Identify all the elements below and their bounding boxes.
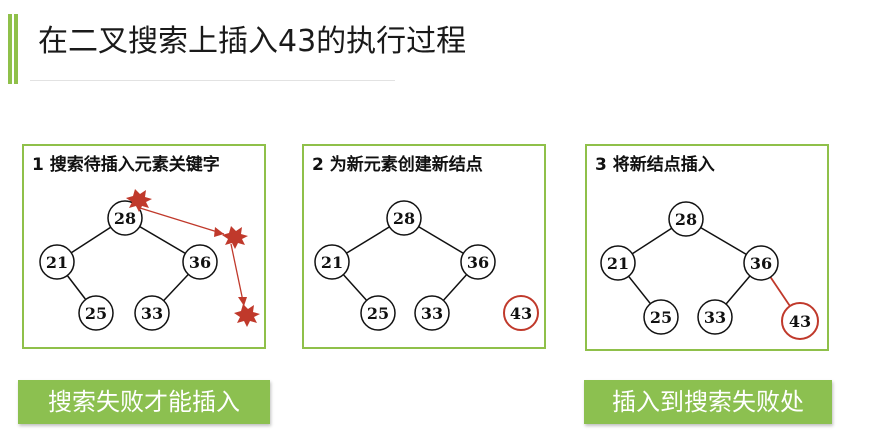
svg-text:21: 21	[46, 253, 68, 272]
node-25: 25	[643, 299, 679, 335]
svg-text:25: 25	[650, 308, 672, 327]
svg-text:36: 36	[467, 253, 489, 272]
node-36: 36	[182, 244, 218, 280]
title-accent-bar-1	[8, 14, 12, 84]
node-25: 25	[78, 295, 114, 331]
svg-text:36: 36	[750, 254, 772, 273]
tree-diagram-1: 28 21 36 25 33	[39, 189, 260, 331]
slide-title: 在二叉搜索上插入43的执行过程	[38, 24, 467, 59]
node-28: 28	[668, 201, 704, 237]
node-36: 36	[460, 244, 496, 280]
svg-text:28: 28	[393, 209, 415, 228]
node-21: 21	[39, 244, 75, 280]
svg-text:28: 28	[114, 209, 136, 228]
title-divider	[30, 80, 395, 81]
title-accent-bar-2	[14, 14, 18, 84]
step-panel-3: 3 将新结点插入 28 21 36 25 33 43	[585, 144, 829, 351]
arrow-head-icon	[214, 227, 224, 237]
node-33: 33	[414, 295, 450, 331]
svg-text:36: 36	[189, 253, 211, 272]
svg-text:25: 25	[85, 304, 107, 323]
svg-text:33: 33	[141, 304, 163, 323]
step-panel-2: 2 为新元素创建新结点 28 21 36 25 33 43	[302, 144, 546, 349]
svg-text:33: 33	[421, 304, 443, 323]
search-fail-button[interactable]: 搜索失败才能插入	[18, 380, 270, 424]
insert-at-fail-button[interactable]: 插入到搜索失败处	[584, 380, 832, 424]
svg-text:33: 33	[704, 308, 726, 327]
svg-text:25: 25	[367, 304, 389, 323]
svg-text:21: 21	[321, 253, 343, 272]
step-panel-1: 1 搜索待插入元素关键字 28 21 36 25 33	[22, 144, 266, 349]
svg-text:21: 21	[607, 254, 629, 273]
node-43-new: 43	[503, 295, 539, 331]
svg-text:43: 43	[789, 312, 811, 331]
node-21: 21	[314, 244, 350, 280]
node-25: 25	[360, 295, 396, 331]
tree-diagram-2: 28 21 36 25 33 43	[314, 200, 539, 331]
node-43-inserted: 43	[781, 302, 819, 340]
node-36: 36	[743, 245, 779, 281]
burst-icon	[222, 226, 248, 249]
svg-text:43: 43	[510, 304, 532, 323]
arrow-head-icon	[238, 297, 247, 306]
node-28: 28	[386, 200, 422, 236]
node-33: 33	[697, 299, 733, 335]
node-21: 21	[600, 245, 636, 281]
tree-diagram-3: 28 21 36 25 33 43	[600, 201, 819, 340]
svg-text:28: 28	[675, 210, 697, 229]
burst-icon	[234, 304, 260, 327]
node-33: 33	[134, 295, 170, 331]
